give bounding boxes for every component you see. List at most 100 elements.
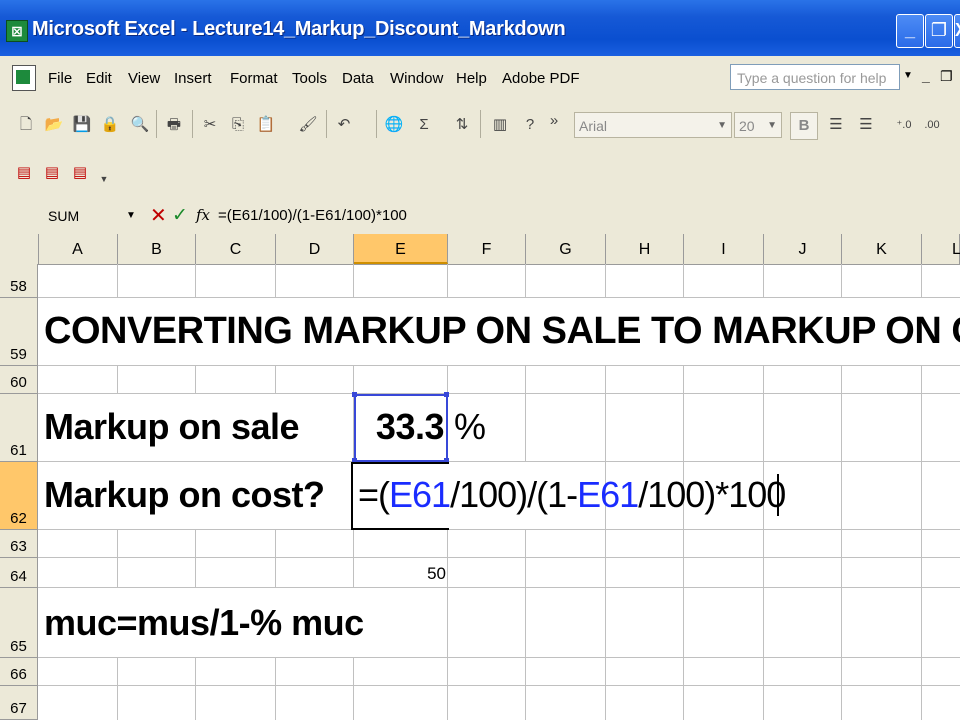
- menu-insert[interactable]: Insert: [174, 70, 212, 87]
- gridline: [275, 264, 276, 298]
- column-header-j[interactable]: J: [764, 234, 842, 264]
- save-icon[interactable]: 💾: [72, 114, 92, 136]
- enter-icon[interactable]: ✓: [172, 204, 188, 228]
- menu-view[interactable]: View: [128, 70, 160, 87]
- toolbar-separator: [192, 110, 193, 138]
- mdi-restore-button[interactable]: ❐: [940, 68, 953, 85]
- worksheet-grid[interactable]: A B C D E F G H I J K L 58 59 60 61 62 6…: [0, 234, 960, 720]
- align-left-icon[interactable]: ☰: [826, 114, 846, 136]
- font-name-select[interactable]: Arial ▼: [574, 112, 732, 138]
- more-icon[interactable]: »: [544, 110, 564, 132]
- insert-hyperlink-icon[interactable]: 🌐: [384, 114, 404, 136]
- gridline: [275, 530, 276, 588]
- convert-and-email-icon[interactable]: ▤: [42, 162, 62, 184]
- copy-icon[interactable]: ⎘: [228, 114, 248, 136]
- cell-f61[interactable]: %: [454, 406, 486, 448]
- format-painter-icon[interactable]: 🖌: [298, 114, 318, 136]
- chart-wizard-icon[interactable]: ▥: [490, 114, 510, 136]
- chevron-down-icon[interactable]: ▼: [94, 168, 114, 190]
- sort-ascending-icon[interactable]: ⇅: [452, 114, 472, 136]
- row-header-58[interactable]: 58: [0, 264, 38, 298]
- gridline: [38, 461, 960, 462]
- menu-adobe-pdf[interactable]: Adobe PDF: [502, 70, 580, 87]
- increase-decimal-icon[interactable]: ⁺.0: [894, 114, 914, 136]
- menu-window[interactable]: Window: [390, 70, 443, 87]
- undo-icon[interactable]: ↶: [334, 114, 354, 136]
- menu-file[interactable]: File: [48, 70, 72, 87]
- column-header-f[interactable]: F: [448, 234, 526, 264]
- chevron-down-icon: ▼: [717, 120, 727, 131]
- gridline: [841, 264, 842, 298]
- gridline: [447, 530, 448, 720]
- formula-input[interactable]: =(E61/100)/(1-E61/100)*100: [218, 204, 407, 228]
- cancel-icon[interactable]: ✕: [150, 204, 167, 228]
- gridline: [605, 366, 606, 720]
- select-all-corner[interactable]: [0, 234, 39, 264]
- column-header-l[interactable]: L: [922, 234, 960, 264]
- column-header-a[interactable]: A: [38, 234, 118, 264]
- column-header-d[interactable]: D: [276, 234, 354, 264]
- row-header-65[interactable]: 65: [0, 588, 38, 658]
- menu-data[interactable]: Data: [342, 70, 374, 87]
- formula-part: /100)/(1-: [450, 474, 578, 515]
- permission-icon[interactable]: 🔒: [100, 114, 120, 136]
- convert-and-review-icon[interactable]: ▤: [70, 162, 90, 184]
- autosum-icon[interactable]: Σ: [414, 114, 434, 136]
- maximize-button[interactable]: ❐: [925, 14, 953, 48]
- column-header-c[interactable]: C: [196, 234, 276, 264]
- print-preview-icon[interactable]: 🔍: [130, 114, 150, 136]
- menu-help[interactable]: Help: [456, 70, 487, 87]
- column-header-h[interactable]: H: [606, 234, 684, 264]
- row-header-63[interactable]: 63: [0, 530, 38, 558]
- gridline: [605, 264, 606, 298]
- cell-e62-editor[interactable]: =(E61/100)/(1-E61/100)*100: [358, 474, 786, 516]
- chevron-down-icon[interactable]: ▼: [903, 70, 913, 81]
- paste-icon[interactable]: 📋: [256, 114, 276, 136]
- print-icon[interactable]: 🖶: [164, 114, 184, 136]
- help-icon[interactable]: ?: [520, 114, 540, 136]
- new-icon[interactable]: 🗋: [16, 114, 36, 136]
- chevron-down-icon[interactable]: ▼: [126, 210, 136, 221]
- row-header-61[interactable]: 61: [0, 394, 38, 462]
- row-header-60[interactable]: 60: [0, 366, 38, 394]
- cell-e64[interactable]: 50: [354, 564, 446, 584]
- gridline: [38, 587, 960, 588]
- mdi-minimize-button[interactable]: _: [922, 68, 930, 84]
- cell-a62[interactable]: Markup on cost?: [44, 474, 325, 516]
- cell-e61[interactable]: 33.3: [354, 406, 445, 448]
- help-search-input[interactable]: Type a question for help: [730, 64, 900, 90]
- cell-a61[interactable]: Markup on sale: [44, 406, 300, 448]
- decrease-decimal-icon[interactable]: .00: [922, 114, 942, 136]
- menu-edit[interactable]: Edit: [86, 70, 112, 87]
- column-header-i[interactable]: I: [684, 234, 764, 264]
- resize-handle[interactable]: [352, 392, 357, 397]
- row-header-59[interactable]: 59: [0, 298, 38, 366]
- workbook-icon[interactable]: [12, 65, 36, 91]
- insert-function-icon[interactable]: fx: [196, 206, 210, 224]
- font-size-select[interactable]: 20 ▼: [734, 112, 782, 138]
- convert-to-pdf-icon[interactable]: ▤: [14, 162, 34, 184]
- formula-ref-e61: E61: [389, 474, 451, 515]
- align-center-icon[interactable]: ☰: [856, 114, 876, 136]
- cut-icon[interactable]: ✂: [200, 114, 220, 136]
- minimize-button[interactable]: _: [896, 14, 924, 48]
- row-header-64[interactable]: 64: [0, 558, 38, 588]
- menu-format[interactable]: Format: [230, 70, 278, 87]
- column-header-e[interactable]: E: [354, 234, 448, 264]
- column-header-g[interactable]: G: [526, 234, 606, 264]
- cell-a59[interactable]: CONVERTING MARKUP ON SALE TO MARKUP ON C…: [44, 310, 960, 353]
- cell-a65[interactable]: muc=mus/1-% muc: [44, 602, 364, 644]
- column-header-b[interactable]: B: [118, 234, 196, 264]
- menu-tools[interactable]: Tools: [292, 70, 327, 87]
- row-header-67[interactable]: 67: [0, 686, 38, 720]
- close-button[interactable]: X: [954, 14, 960, 48]
- gridline: [38, 393, 960, 394]
- row-header-62[interactable]: 62: [0, 462, 38, 530]
- resize-handle[interactable]: [444, 392, 449, 397]
- column-header-k[interactable]: K: [842, 234, 922, 264]
- bold-button[interactable]: B: [790, 112, 818, 140]
- name-box[interactable]: SUM: [0, 204, 120, 228]
- open-icon[interactable]: 📂: [44, 114, 64, 136]
- row-header-66[interactable]: 66: [0, 658, 38, 686]
- text-caret: [777, 474, 779, 516]
